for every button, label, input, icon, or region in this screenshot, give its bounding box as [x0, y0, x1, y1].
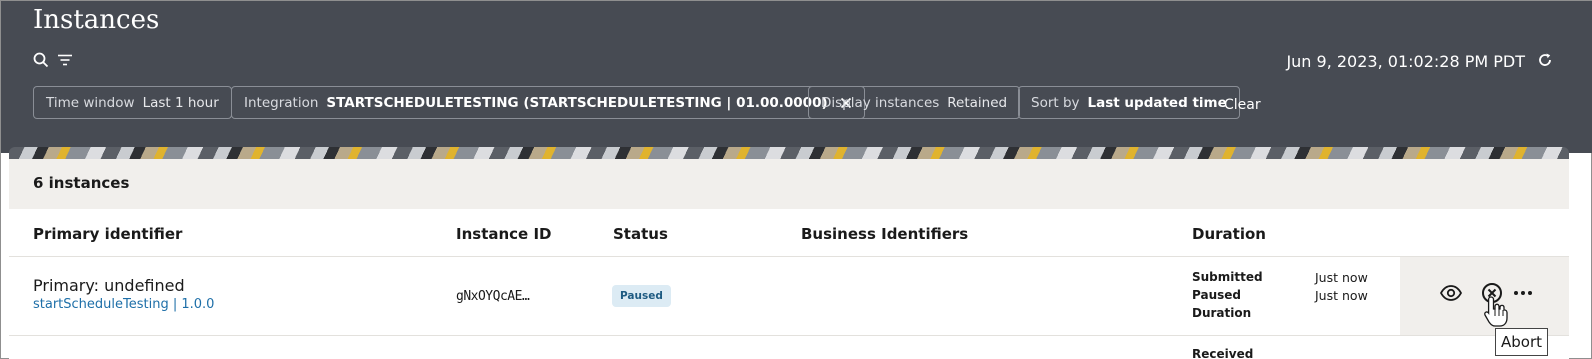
duration-label-submitted: Submitted	[1192, 270, 1263, 284]
instance-id[interactable]: gNxOYQcAE…	[456, 289, 530, 304]
filter-chip-display-instances[interactable]: Display instances Retained	[808, 86, 1021, 119]
view-eye-icon[interactable]	[1439, 281, 1463, 305]
table-row[interactable]: Primary: undefined startScheduleTesting …	[9, 257, 1569, 335]
filter-chip-integration[interactable]: Integration STARTSCHEDULETESTING (STARTS…	[231, 86, 865, 119]
integration-link[interactable]: startScheduleTesting | 1.0.0	[33, 297, 214, 312]
refresh-icon[interactable]	[1537, 52, 1553, 68]
chip-value: STARTSCHEDULETESTING (STARTSCHEDULETESTI…	[326, 94, 828, 111]
duration-value-paused: Just now	[1315, 288, 1368, 303]
search-icon[interactable]	[32, 51, 50, 69]
duration-label-duration: Duration	[1192, 306, 1252, 320]
duration-value-submitted: Just now	[1315, 270, 1368, 285]
column-header-duration[interactable]: Duration	[1192, 225, 1266, 243]
column-header-business-identifiers[interactable]: Business Identifiers	[801, 225, 968, 243]
more-actions-icon[interactable]	[1511, 281, 1535, 305]
chip-value: Last 1 hour	[142, 94, 219, 111]
chip-key: Integration	[244, 94, 319, 111]
status-badge: Paused	[612, 285, 671, 307]
column-header-primary-identifier[interactable]: Primary identifier	[33, 225, 182, 243]
page-title: Instances	[33, 5, 160, 35]
duration-label-paused: Paused	[1192, 288, 1241, 302]
primary-identifier: Primary: undefined	[33, 276, 185, 295]
count-bar: 6 instances	[9, 159, 1569, 209]
next-row-partial-label: Received	[1192, 347, 1254, 359]
divider	[9, 335, 1569, 336]
timestamp: Jun 9, 2023, 01:02:28 PM PDT	[1286, 52, 1525, 71]
page-header: Instances Jun 9, 2023, 01:02:28 PM PDT T…	[1, 1, 1592, 153]
chip-value: Retained	[947, 94, 1008, 111]
filter-chip-sort-by[interactable]: Sort by Last updated time	[1018, 86, 1240, 119]
chip-key: Display instances	[821, 94, 940, 111]
chip-key: Time window	[46, 94, 135, 111]
chip-key: Sort by	[1031, 94, 1080, 111]
filter-icon[interactable]	[56, 51, 74, 69]
column-header-instance-id[interactable]: Instance ID	[456, 225, 551, 243]
filter-chip-time-window[interactable]: Time window Last 1 hour	[33, 86, 232, 119]
abort-tooltip: Abort	[1495, 328, 1549, 356]
chip-value: Last updated time	[1087, 94, 1227, 111]
column-header-status[interactable]: Status	[613, 225, 668, 243]
decorative-banner	[9, 147, 1569, 159]
hand-cursor-icon	[1484, 296, 1508, 327]
clear-filters-link[interactable]: Clear	[1224, 97, 1261, 113]
instances-panel: 6 instances Primary identifier Instance …	[9, 159, 1569, 359]
instance-count: 6 instances	[33, 174, 130, 192]
